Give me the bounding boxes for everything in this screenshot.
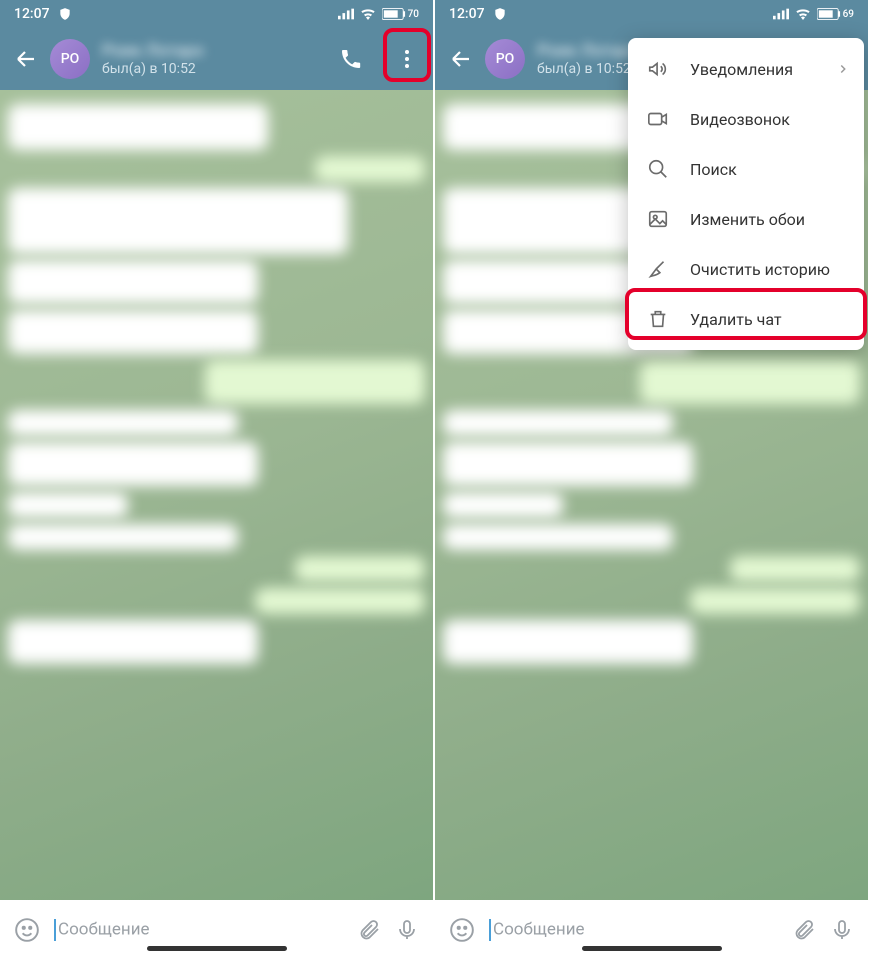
speaker-icon: [646, 58, 670, 80]
status-bar: 12:07 70: [0, 0, 433, 28]
attach-icon[interactable]: [792, 918, 816, 942]
avatar-initials: PO: [61, 51, 80, 67]
image-icon: [646, 208, 670, 230]
chevron-right-icon: [836, 62, 850, 76]
menu-wallpaper[interactable]: Изменить обои: [628, 194, 864, 244]
menu-clear-history[interactable]: Очистить историю: [628, 244, 864, 294]
menu-label: Поиск: [690, 160, 737, 179]
call-button[interactable]: [329, 37, 373, 81]
status-bar: 12:07 69: [435, 0, 868, 28]
menu-label: Изменить обои: [690, 210, 805, 229]
avatar[interactable]: PO: [485, 39, 525, 79]
shield-icon: [493, 7, 507, 21]
back-button[interactable]: [449, 47, 473, 71]
avatar-initials: PO: [496, 51, 515, 67]
search-icon: [646, 158, 670, 180]
home-indicator: [147, 946, 287, 951]
menu-delete-chat[interactable]: Удалить чат: [628, 294, 864, 344]
more-menu-button[interactable]: [385, 37, 429, 81]
chat-header: PO Роик Лотаро был(а) в 10:52: [0, 28, 433, 90]
status-time: 12:07: [449, 6, 485, 22]
options-dropdown: Уведомления Видеозвонок Поиск Изменить о…: [628, 38, 864, 350]
message-input-bar: Сообщение: [435, 900, 868, 960]
contact-name: Роик Лотаро: [102, 41, 317, 61]
menu-label: Удалить чат: [690, 310, 782, 329]
mic-icon[interactable]: [395, 918, 419, 942]
header-title-block[interactable]: Роик Лотаро был(а) в 10:52: [102, 41, 317, 77]
input-placeholder: Сообщение: [493, 919, 585, 939]
left-screenshot: 12:07 70 PO Роик Лотаро был(а) в 10:52: [0, 0, 435, 960]
avatar[interactable]: PO: [50, 39, 90, 79]
wifi-icon: [795, 8, 811, 20]
emoji-icon[interactable]: [449, 917, 475, 943]
right-screenshot: 12:07 69 PO Роик Лотаро был(а) в 10:52 У…: [435, 0, 870, 960]
menu-label: Видеозвонок: [690, 110, 790, 129]
menu-label: Очистить историю: [690, 260, 830, 279]
home-indicator: [582, 946, 722, 951]
signal-icon: [773, 8, 789, 20]
message-input[interactable]: Сообщение: [54, 919, 343, 941]
video-icon: [646, 108, 670, 130]
battery-icon: 69: [817, 8, 854, 20]
emoji-icon[interactable]: [14, 917, 40, 943]
trash-icon: [646, 308, 670, 330]
broom-icon: [646, 258, 670, 280]
chat-messages-area[interactable]: [0, 90, 433, 900]
wifi-icon: [360, 8, 376, 20]
mic-icon[interactable]: [830, 918, 854, 942]
message-input[interactable]: Сообщение: [489, 919, 778, 941]
menu-search[interactable]: Поиск: [628, 144, 864, 194]
battery-icon: 70: [382, 8, 419, 20]
menu-videocall[interactable]: Видеозвонок: [628, 94, 864, 144]
input-placeholder: Сообщение: [58, 919, 150, 939]
status-time: 12:07: [14, 6, 50, 22]
contact-status: был(а) в 10:52: [102, 61, 317, 77]
signal-icon: [338, 8, 354, 20]
message-input-bar: Сообщение: [0, 900, 433, 960]
menu-notifications[interactable]: Уведомления: [628, 44, 864, 94]
attach-icon[interactable]: [357, 918, 381, 942]
shield-icon: [58, 7, 72, 21]
menu-label: Уведомления: [690, 60, 793, 79]
back-button[interactable]: [14, 47, 38, 71]
